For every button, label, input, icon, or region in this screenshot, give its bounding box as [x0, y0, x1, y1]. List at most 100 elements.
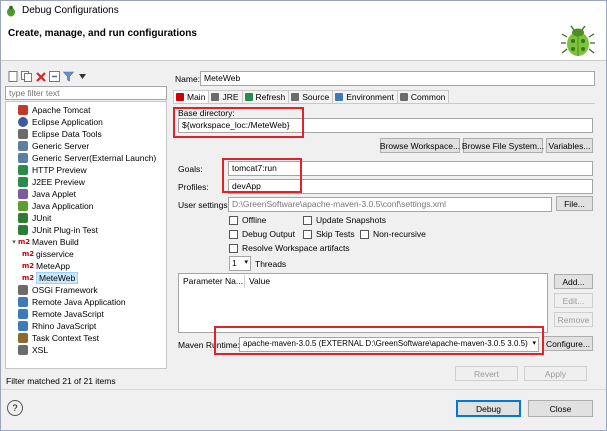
tree-item-junit-plugin-test[interactable]: JUnit Plug-in Test: [10, 224, 98, 236]
tab-main[interactable]: Main: [173, 90, 210, 103]
tree-item-j2ee-preview[interactable]: J2EE Preview: [10, 176, 85, 188]
tree-item-osgi-framework[interactable]: OSGi Framework: [10, 284, 98, 296]
duplicate-icon[interactable]: [20, 70, 33, 83]
xsl-icon: [18, 345, 28, 355]
config-toolbar: [6, 70, 89, 84]
configure-button[interactable]: Configure...: [543, 336, 593, 351]
debug-output-checkbox[interactable]: Debug Output: [229, 229, 295, 239]
maven-icon: m2: [22, 250, 35, 258]
browse-file-system-button[interactable]: Browse File System...: [462, 138, 544, 153]
debug-button[interactable]: Debug: [456, 400, 521, 417]
rhino-icon: [18, 321, 28, 331]
tree-item-junit[interactable]: JUnit: [10, 212, 51, 224]
variables-button[interactable]: Variables...: [546, 138, 593, 153]
name-field[interactable]: MeteWeb: [200, 71, 595, 86]
server-icon: [18, 141, 28, 151]
filter-status: Filter matched 21 of 21 items: [6, 376, 116, 386]
tree-item-generic-server[interactable]: Generic Server: [10, 140, 89, 152]
jre-icon: [211, 93, 220, 101]
skip-tests-checkbox[interactable]: Skip Tests: [303, 229, 355, 239]
footer-divider: [1, 389, 606, 390]
tree-item-apache-tomcat[interactable]: Apache Tomcat: [10, 104, 90, 116]
parameter-name-header[interactable]: Parameter Na...: [183, 276, 243, 286]
tree-item-generic-server-external[interactable]: Generic Server(External Launch): [10, 152, 156, 164]
filter-input[interactable]: [5, 86, 167, 100]
tree-item-maven-build[interactable]: ▾ m2 Maven Build: [10, 236, 79, 248]
dialog-header: Create, manage, and run configurations: [1, 21, 606, 61]
close-button[interactable]: Close: [528, 400, 593, 417]
apply-button[interactable]: Apply: [524, 366, 587, 381]
checkbox-box: [303, 215, 312, 225]
collapse-icon[interactable]: [48, 70, 61, 83]
maven-icon: m2: [22, 262, 35, 270]
checkbox-box: [229, 229, 238, 239]
source-icon: [291, 93, 300, 101]
highlight-box: [173, 107, 304, 138]
remove-button[interactable]: Remove: [554, 312, 593, 327]
name-label: Name:: [175, 74, 201, 84]
applet-icon: [18, 189, 28, 199]
parameters-table[interactable]: Parameter Na... Value: [178, 273, 548, 333]
debug-bug-icon: [561, 25, 595, 56]
dropdown-icon[interactable]: [76, 70, 89, 83]
common-icon: [399, 93, 408, 101]
revert-button[interactable]: Revert: [455, 366, 518, 381]
tree-item-rhino-javascript[interactable]: Rhino JavaScript: [10, 320, 96, 332]
threads-label: Threads: [255, 259, 287, 269]
resolve-workspace-checkbox[interactable]: Resolve Workspace artifacts: [229, 243, 350, 253]
tree-item-remote-javascript[interactable]: Remote JavaScript: [10, 308, 104, 320]
tree-item-xsl[interactable]: XSL: [10, 344, 48, 356]
threads-select[interactable]: 1 ▾: [229, 256, 251, 271]
refresh-icon: [244, 93, 253, 101]
browse-workspace-button[interactable]: Browse Workspace...: [380, 138, 460, 153]
preview-icon: [18, 177, 28, 187]
tree-item-java-applet[interactable]: Java Applet: [10, 188, 76, 200]
offline-checkbox[interactable]: Offline: [229, 215, 266, 225]
java-app-icon: [18, 201, 28, 211]
update-snapshots-checkbox[interactable]: Update Snapshots: [303, 215, 386, 225]
checkbox-box: [229, 243, 238, 253]
delete-icon[interactable]: [34, 70, 47, 83]
user-settings-label: User settings:: [178, 200, 230, 210]
tab-environment[interactable]: Environment: [332, 90, 398, 103]
tree-item-http-preview[interactable]: HTTP Preview: [10, 164, 87, 176]
junit-icon: [18, 213, 28, 223]
tree-item-meteweb[interactable]: m2 MeteWeb: [22, 272, 79, 284]
tree-item-gisservice[interactable]: m2 gisservice: [22, 248, 74, 260]
add-button[interactable]: Add...: [554, 274, 593, 289]
checkbox-box: [229, 215, 238, 225]
checkbox-box: [360, 229, 369, 239]
tree-item-task-context-test[interactable]: Task Context Test: [10, 332, 99, 344]
task-icon: [18, 333, 28, 343]
goals-label: Goals:: [178, 164, 203, 174]
header-text: Create, manage, and run configurations: [8, 28, 197, 39]
edit-button[interactable]: Edit...: [554, 293, 593, 308]
tree-item-remote-java-application[interactable]: Remote Java Application: [10, 296, 126, 308]
environment-icon: [335, 93, 344, 101]
profiles-label: Profiles:: [178, 182, 209, 192]
maven-icon: m2: [22, 274, 35, 282]
tab-common[interactable]: Common: [396, 90, 450, 103]
tree-item-eclipse-data-tools[interactable]: Eclipse Data Tools: [10, 128, 102, 140]
tree-item-eclipse-application[interactable]: Eclipse Application: [10, 116, 103, 128]
eclipse-icon: [18, 117, 28, 127]
help-icon[interactable]: ?: [7, 400, 23, 416]
file-button[interactable]: File...: [556, 196, 593, 211]
tomcat-icon: [18, 105, 28, 115]
tab-jre[interactable]: JRE: [208, 90, 243, 103]
tab-refresh[interactable]: Refresh: [241, 90, 290, 103]
user-settings-field[interactable]: D:\GreenSoftware\apache-maven-3.0.5\conf…: [228, 197, 552, 212]
tree-item-meteapp[interactable]: m2 MeteApp: [22, 260, 70, 272]
new-config-icon[interactable]: [6, 70, 19, 83]
chevron-down-icon: ▾: [244, 259, 248, 266]
maven-icon: m2: [18, 238, 31, 246]
remote-icon: [18, 309, 28, 319]
expand-chevron-icon[interactable]: ▾: [10, 238, 18, 246]
filter-icon[interactable]: [62, 70, 75, 83]
database-icon: [18, 129, 28, 139]
debug-bug-icon: [7, 5, 15, 17]
tree-item-java-application[interactable]: Java Application: [10, 200, 93, 212]
tab-source[interactable]: Source: [288, 90, 334, 103]
value-header[interactable]: Value: [249, 276, 270, 286]
non-recursive-checkbox[interactable]: Non-recursive: [360, 229, 426, 239]
